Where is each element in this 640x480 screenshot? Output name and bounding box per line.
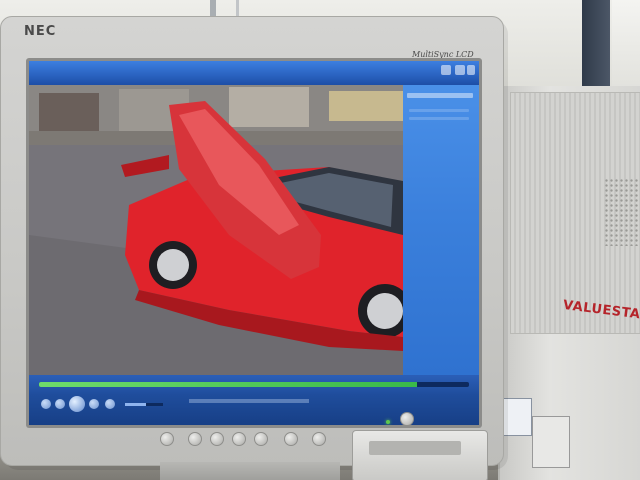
- mute-icon[interactable]: [105, 399, 115, 409]
- volume-slider[interactable]: [125, 403, 163, 406]
- monitor-stand: [160, 462, 340, 480]
- wheel-rim: [157, 249, 189, 281]
- pc-speaker-grille: [604, 178, 638, 246]
- window: [612, 0, 640, 92]
- monitor-button[interactable]: [254, 432, 268, 446]
- minimize-icon[interactable]: [441, 65, 451, 75]
- monitor-button[interactable]: [160, 432, 174, 446]
- volume-fill: [125, 403, 146, 406]
- seek-bar[interactable]: [39, 382, 469, 387]
- playlist-row[interactable]: [409, 109, 469, 112]
- monitor-button[interactable]: [188, 432, 202, 446]
- playlist-panel[interactable]: [403, 85, 479, 375]
- playlist-header: [407, 93, 473, 98]
- monitor-screen: [29, 61, 479, 425]
- previous-icon[interactable]: [55, 399, 65, 409]
- seek-progress-fill: [39, 382, 418, 387]
- building: [229, 87, 309, 127]
- video-frame[interactable]: [29, 85, 403, 375]
- maximize-icon[interactable]: [455, 65, 465, 75]
- phone-cradle: [352, 430, 488, 480]
- cradle-slot: [369, 441, 461, 455]
- photo-scene: VALUESTAR NEC MultiSync LCD: [0, 0, 640, 480]
- playlist-row[interactable]: [409, 117, 469, 120]
- monitor-button[interactable]: [312, 432, 326, 446]
- monitor-button[interactable]: [232, 432, 246, 446]
- power-led: [386, 420, 390, 424]
- window-pillar: [582, 0, 610, 92]
- power-button[interactable]: [400, 412, 414, 426]
- monitor-button[interactable]: [284, 432, 298, 446]
- wheel-rim: [367, 293, 403, 329]
- building: [329, 91, 403, 121]
- play-pause-icon[interactable]: [69, 396, 85, 412]
- media-player-titlebar[interactable]: [29, 61, 479, 85]
- monitor-button[interactable]: [210, 432, 224, 446]
- close-icon[interactable]: [467, 65, 475, 75]
- pc-sticker: [532, 416, 570, 468]
- stop-icon[interactable]: [41, 399, 51, 409]
- video-image: [29, 85, 403, 375]
- pc-tower: VALUESTAR: [498, 86, 640, 480]
- player-status-text: [189, 399, 309, 403]
- monitor-brand-logo: NEC: [24, 24, 57, 39]
- next-icon[interactable]: [89, 399, 99, 409]
- building: [39, 93, 99, 131]
